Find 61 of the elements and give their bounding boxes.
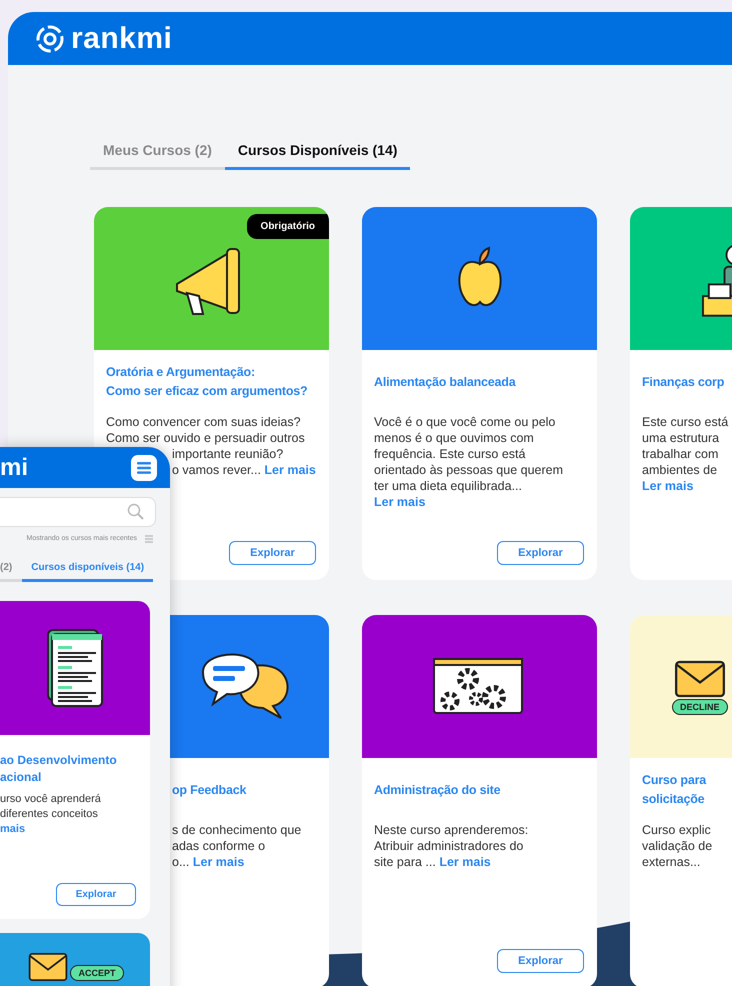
course-description: adas conforme o bbox=[172, 839, 266, 853]
course-description: Neste curso aprenderemos: bbox=[374, 823, 528, 837]
logo-icon bbox=[35, 24, 65, 54]
course-title: Curso para bbox=[642, 772, 706, 789]
course-description: s de conhecimento que bbox=[172, 823, 302, 837]
course-description: Como ser ouvido e persuadir outros bbox=[106, 431, 305, 445]
course-description: diferentes conceitos bbox=[0, 806, 98, 822]
course-title: Administração do site bbox=[374, 782, 500, 799]
search-icon bbox=[127, 503, 145, 521]
logo-text: mi bbox=[0, 456, 28, 480]
tab[interactable]: (2) bbox=[0, 560, 22, 582]
course-title: op Feedback bbox=[172, 782, 246, 799]
menu-button[interactable] bbox=[131, 454, 157, 480]
explore-button[interactable]: Explorar bbox=[497, 541, 584, 565]
read-more-link[interactable]: Ler mais bbox=[374, 495, 426, 509]
course-title: acional bbox=[0, 768, 42, 786]
image-label: DECLINE bbox=[672, 698, 728, 714]
search-field[interactable] bbox=[0, 497, 156, 527]
read-more-link[interactable]: Ler mais bbox=[642, 479, 694, 493]
course-description: o vamos rever... bbox=[172, 463, 261, 477]
course-description: orientado às pessoas que querem bbox=[374, 463, 564, 477]
course-description: Você é o que você come ou pelo bbox=[374, 415, 556, 429]
course-description: trabalhar com bbox=[642, 447, 718, 461]
course-description: Curso explic bbox=[642, 823, 711, 837]
required-badge: Obrigatório bbox=[246, 214, 329, 239]
read-more-link[interactable]: Ler mais bbox=[439, 855, 491, 869]
course-description: menos é o que ouvimos com bbox=[374, 431, 534, 445]
course-title: solicitaçõe bbox=[642, 791, 704, 808]
course-description: site para ... bbox=[374, 855, 436, 869]
list-icon bbox=[145, 535, 153, 544]
course-title: Alimentação balanceada bbox=[374, 374, 516, 391]
course-description: uma estrutura bbox=[642, 431, 720, 445]
course-description: ambientes de bbox=[642, 463, 718, 477]
explore-button[interactable]: Explorar bbox=[497, 949, 584, 973]
envelope-icon bbox=[26, 952, 70, 980]
course-title: Oratória e Argumentação: bbox=[106, 364, 255, 381]
tab[interactable]: Meus Cursos (2) bbox=[90, 140, 225, 170]
course-description: Como convencer com suas ideias? bbox=[106, 415, 301, 429]
course-title: ao Desenvolvimento bbox=[0, 752, 118, 768]
course-description: Atribuir administradores do bbox=[374, 839, 524, 853]
logo-text: rankmi bbox=[71, 24, 172, 54]
tab[interactable]: Cursos disponíveis (14) bbox=[22, 560, 154, 582]
read-more-link[interactable]: Ler mais bbox=[192, 855, 244, 869]
menu-icon bbox=[137, 462, 151, 474]
course-description: ter uma dieta equilibrada... bbox=[374, 479, 522, 493]
course-description: urso você aprenderá bbox=[0, 792, 101, 806]
course-description: validação de bbox=[642, 839, 712, 853]
course-description: frequência. Este curso está bbox=[374, 447, 526, 461]
course-description: o... bbox=[172, 855, 190, 869]
course-title: Como ser eficaz com argumentos? bbox=[106, 383, 308, 400]
course-title: Finanças corp bbox=[642, 374, 724, 391]
read-more-link[interactable]: mais bbox=[0, 822, 26, 836]
explore-button[interactable]: Explorar bbox=[56, 882, 136, 906]
image-label: ACCEPT bbox=[70, 964, 124, 980]
course-description: importante reunião? bbox=[172, 447, 284, 461]
course-description: Este curso está bbox=[642, 415, 728, 429]
read-more-link[interactable]: Ler mais bbox=[264, 463, 316, 477]
envelope-icon bbox=[674, 658, 725, 698]
explore-button[interactable]: Explorar bbox=[229, 541, 316, 565]
tab[interactable]: Cursos Disponíveis (14) bbox=[224, 140, 410, 170]
course-description: externas... bbox=[642, 855, 700, 869]
